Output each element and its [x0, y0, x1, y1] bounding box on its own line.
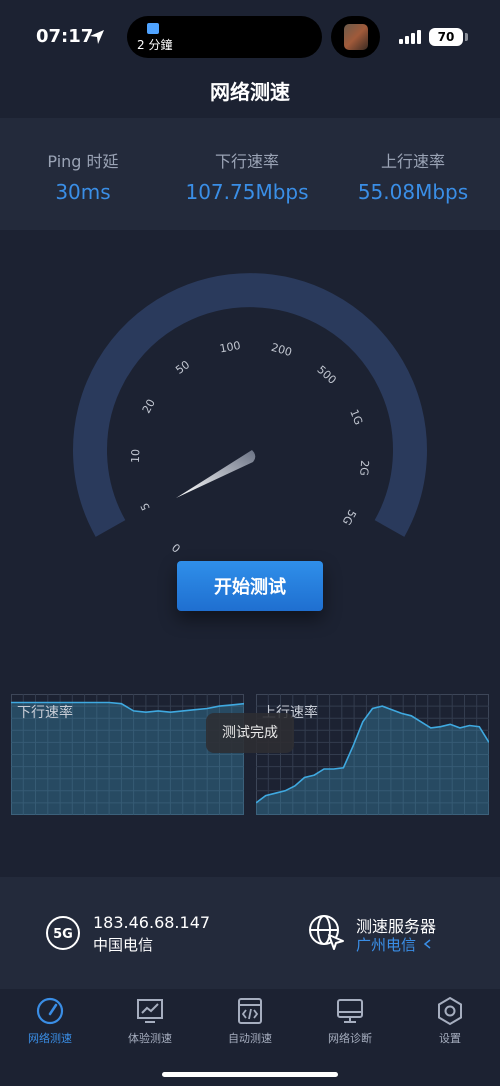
dynamic-island-activity[interactable]	[331, 16, 380, 58]
gauge-tick-10: 10	[129, 449, 142, 463]
tab-network-diagnosis[interactable]: 网络诊断	[300, 996, 400, 1046]
tab-network-diagnosis-label: 网络诊断	[328, 1032, 372, 1045]
stat-ping: Ping 时延 30ms	[0, 148, 166, 204]
gauge-track	[73, 273, 427, 537]
download-chart: 下行速率	[11, 694, 245, 815]
tab-auto-test-label: 自动测速	[228, 1032, 272, 1045]
server-name[interactable]: 广州电信	[356, 934, 416, 955]
status-time: 07:17	[36, 26, 94, 47]
gauge-tick-0: 0	[170, 540, 184, 554]
tab-experience-test-label: 体验测速	[128, 1032, 172, 1045]
home-indicator[interactable]	[162, 1072, 338, 1077]
island-text: 2 分鐘	[137, 38, 173, 52]
chart-monitor-icon	[137, 999, 163, 1023]
stat-upload-label: 上行速率	[380, 152, 445, 171]
gauge-tick-2G: 2G	[357, 460, 371, 476]
stat-upload: 上行速率 55.08Mbps	[330, 148, 496, 204]
globe-cursor-icon[interactable]	[307, 913, 345, 951]
stat-download-value: 107.75Mbps	[185, 180, 309, 204]
stat-ping-value: 30ms	[55, 180, 111, 204]
gauge-tick-200: 200	[270, 341, 294, 359]
stat-upload-value: 55.08Mbps	[357, 180, 469, 204]
tab-speed-test-label: 网络测速	[28, 1032, 72, 1045]
dynamic-island[interactable]: 2 分鐘	[127, 16, 322, 58]
caret-left-icon[interactable]	[423, 939, 431, 949]
gauge-tick-5: 5	[138, 501, 153, 513]
battery-icon: 70	[429, 28, 463, 46]
gauge-tick-1G: 1G	[347, 407, 365, 426]
gauge-tick-20: 20	[140, 397, 158, 415]
battery-tip	[465, 33, 468, 41]
speedometer-icon	[36, 997, 64, 1025]
location-arrow-icon	[90, 30, 104, 44]
isp-name: 中国电信	[93, 936, 154, 954]
gauge-tick-500: 500	[314, 363, 338, 387]
tab-experience-test[interactable]: 体验测速	[100, 996, 200, 1046]
speed-gauge: 0 5 10 20 50 100 200 500 1G 2G 5G	[73, 273, 427, 555]
album-art-icon	[344, 24, 368, 50]
gauge-tick-5G: 5G	[340, 507, 359, 527]
gauge-tick-50: 50	[173, 358, 192, 377]
gauge-needle	[176, 450, 256, 498]
stat-ping-label: Ping 时延	[47, 152, 119, 171]
tab-auto-test[interactable]: 自动测速	[200, 996, 300, 1046]
start-test-button[interactable]: 开始测试	[177, 561, 323, 611]
test-complete-toast: 测试完成	[206, 713, 294, 753]
tab-settings-label: 设置	[439, 1032, 461, 1045]
app-icon	[147, 23, 159, 34]
upload-chart: 上行速率	[255, 694, 490, 815]
tab-settings[interactable]: 设置	[400, 996, 500, 1046]
code-window-icon	[238, 998, 262, 1024]
ip-address: 183.46.68.147	[93, 913, 211, 932]
download-chart-label: 下行速率	[17, 705, 73, 721]
stat-download: 下行速率 107.75Mbps	[164, 148, 330, 204]
monitor-icon	[337, 999, 363, 1023]
stats-panel: Ping 时延 30ms 下行速率 107.75Mbps 上行速率 55.08M…	[0, 118, 500, 230]
hexagon-settings-icon	[438, 996, 462, 1026]
page-title: 网络测速	[210, 80, 290, 104]
gauge-tick-100: 100	[219, 339, 242, 355]
signal-icon	[399, 30, 421, 44]
5g-icon: 5G	[46, 916, 80, 950]
stat-download-label: 下行速率	[214, 152, 279, 171]
5g-badge-text: 5G	[53, 927, 73, 942]
tab-speed-test[interactable]: 网络测速	[0, 996, 100, 1046]
status-bar: 07:17 2 分鐘 70	[0, 0, 500, 72]
gauge-ticks: 0 5 10 20 50 100 200 500 1G 2G 5G	[129, 339, 371, 555]
